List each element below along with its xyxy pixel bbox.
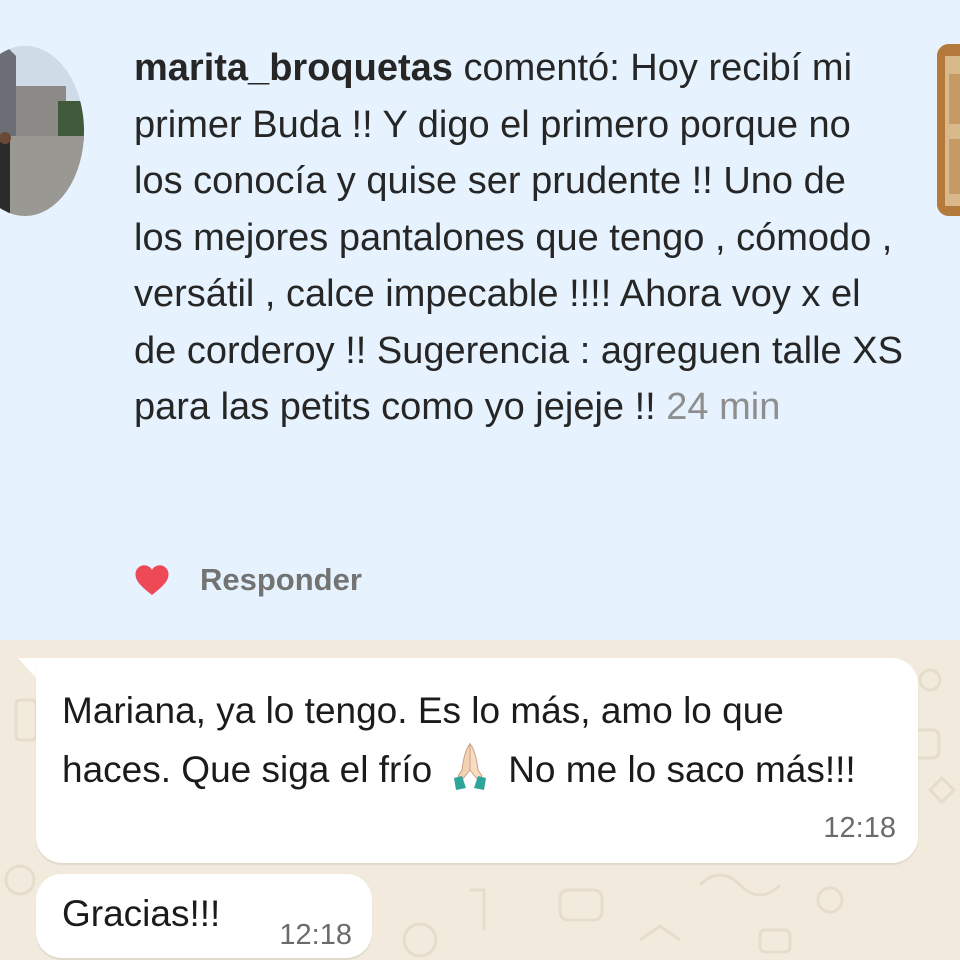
post-thumbnail-image	[937, 44, 960, 216]
comment-time: 24 min	[666, 386, 781, 428]
comment-text: marita_broquetas comentó: Hoy recibí mi …	[134, 40, 904, 436]
reply-button[interactable]: Responder	[200, 562, 362, 598]
message-time: 12:18	[279, 919, 352, 951]
bubble-tail	[18, 658, 38, 680]
user-avatar[interactable]	[0, 46, 84, 216]
heart-icon[interactable]	[134, 563, 170, 597]
comment-body: comentó: Hoy recibí mi primer Buda !! Y …	[134, 47, 903, 428]
chat-area: Mariana, ya lo tengo. Es lo más, amo lo …	[0, 640, 960, 960]
comment-actions: Responder	[134, 558, 362, 602]
message-text: Mariana, ya lo tengo. Es lo más, amo lo …	[62, 682, 882, 799]
instagram-comment-panel: marita_broquetas comentó: Hoy recibí mi …	[0, 0, 960, 640]
post-thumbnail[interactable]	[937, 44, 960, 216]
chat-message-bubble[interactable]: Mariana, ya lo tengo. Es lo más, amo lo …	[36, 658, 918, 863]
avatar-photo	[0, 46, 84, 216]
message-time: 12:18	[823, 812, 896, 844]
folded-hands-icon	[454, 742, 487, 790]
message-text-part: No me lo saco más!!!	[508, 749, 856, 790]
chat-message-bubble[interactable]: Gracias!!! 12:18	[36, 874, 372, 958]
message-text: Gracias!!!	[62, 893, 221, 934]
comment-username[interactable]: marita_broquetas	[134, 47, 453, 89]
